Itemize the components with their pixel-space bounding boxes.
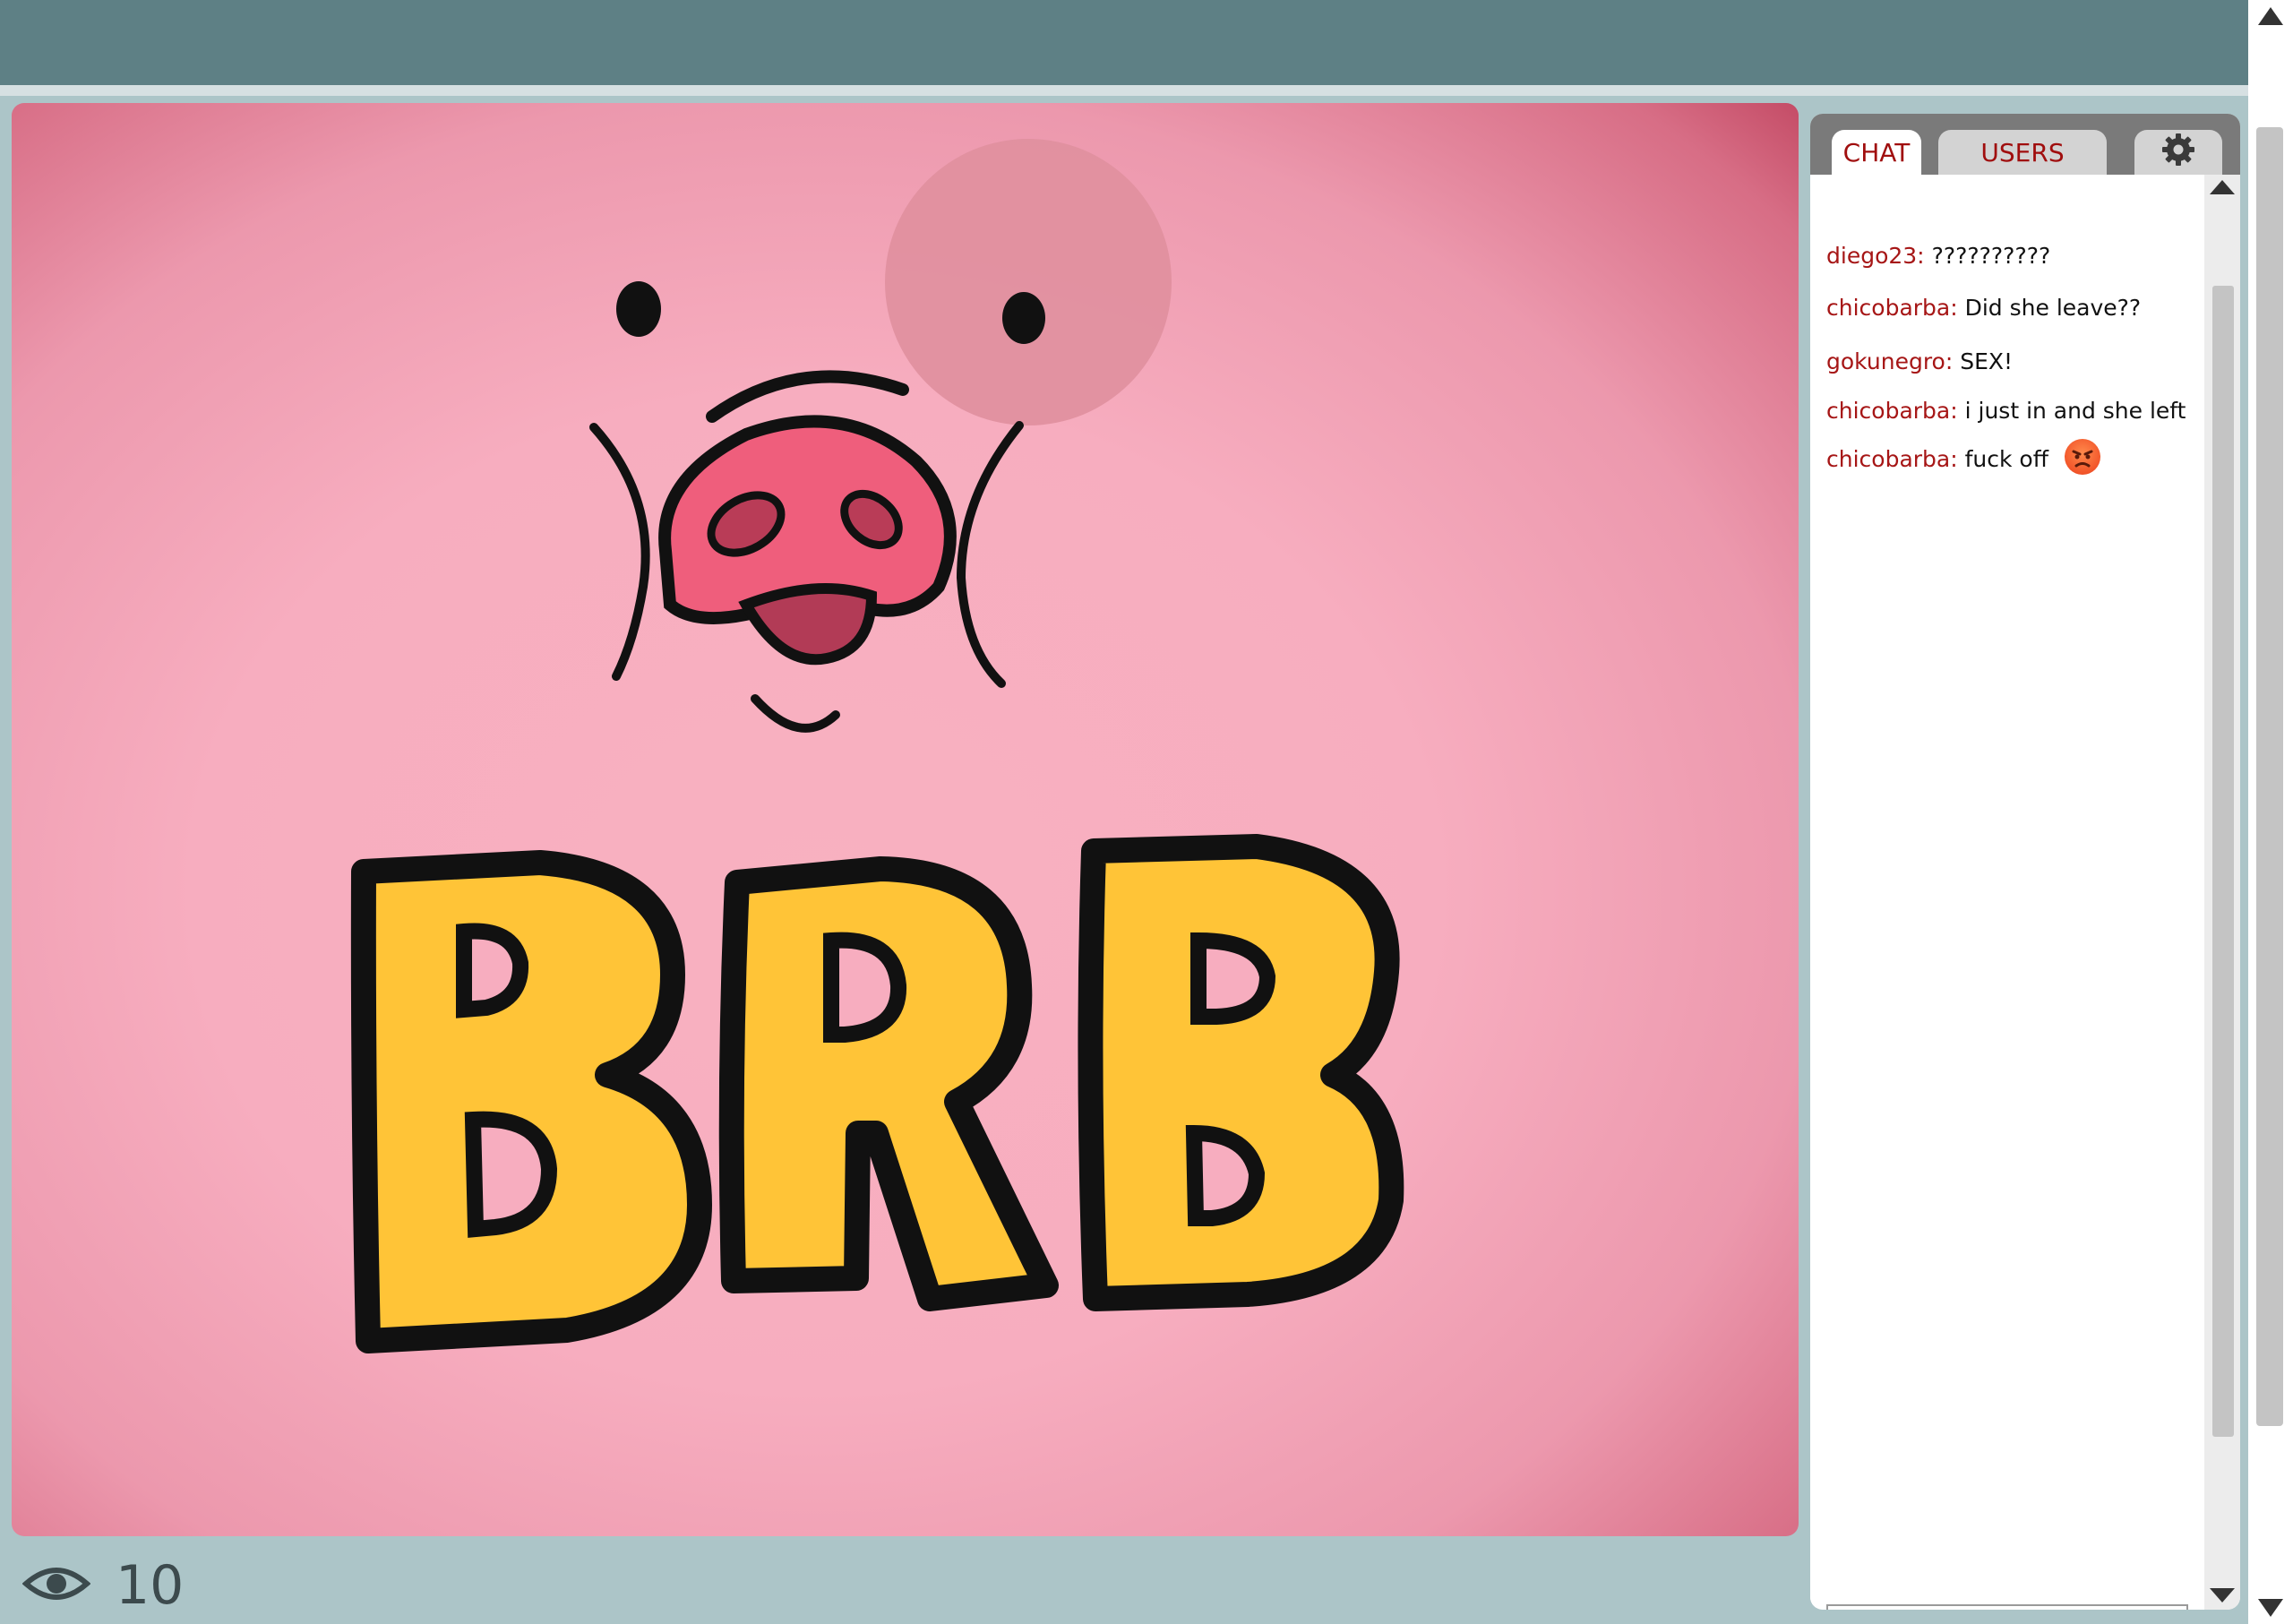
chat-username[interactable]: diego23:	[1826, 243, 1925, 269]
page-scrollbar[interactable]	[2248, 0, 2293, 1624]
message-composer	[1826, 1604, 2188, 1610]
chat-username[interactable]: chicobarba:	[1826, 295, 1958, 321]
chat-text: fuck off	[1964, 446, 2048, 472]
stream-video[interactable]	[12, 103, 1799, 1536]
tab-chat[interactable]: CHAT	[1832, 130, 1921, 175]
page-scrollbar-thumb[interactable]	[2256, 127, 2283, 1426]
chat-text: SEX!	[1960, 348, 2014, 374]
chat-tabs: CHAT USERS	[1810, 114, 2240, 175]
chat-scrollbar[interactable]	[2204, 175, 2240, 1610]
gear-icon	[2161, 133, 2195, 173]
eye-icon	[21, 1564, 91, 1607]
tab-settings[interactable]	[2134, 130, 2222, 175]
chat-panel: CHAT USERS diego23: ?????????? chicobarb…	[1810, 114, 2240, 1610]
viewer-count: 10	[21, 1554, 185, 1617]
pig-eye-right	[1002, 292, 1045, 344]
pig-blush	[885, 139, 1172, 425]
chat-username[interactable]: gokunegro:	[1826, 348, 1953, 374]
chat-message: diego23: ??????????	[1826, 243, 2050, 269]
brb-pig-illustration	[350, 139, 1404, 1353]
brb-overlay-graphic	[350, 834, 1404, 1353]
scroll-down-arrow-icon[interactable]	[2258, 1599, 2283, 1617]
angry-face-emoji-icon	[2064, 439, 2100, 475]
viewer-count-value: 10	[116, 1554, 185, 1617]
chat-text: i just in and she left	[1964, 398, 2186, 424]
scroll-down-arrow-icon[interactable]	[2210, 1588, 2235, 1603]
scroll-up-arrow-icon[interactable]	[2258, 7, 2283, 25]
chat-text: ??????????	[1931, 243, 2051, 269]
scroll-up-arrow-icon[interactable]	[2210, 180, 2235, 194]
top-bar-divider	[0, 85, 2248, 96]
pig-eye-left	[616, 281, 661, 337]
chat-message: chicobarba: i just in and she left	[1826, 398, 2186, 424]
chat-message: gokunegro: SEX!	[1826, 348, 2013, 374]
chat-message: chicobarba: Did she leave??	[1826, 295, 2141, 321]
chat-username[interactable]: chicobarba:	[1826, 398, 1958, 424]
chat-message-area: diego23: ?????????? chicobarba: Did she …	[1810, 175, 2204, 1610]
chat-username[interactable]: chicobarba:	[1826, 446, 1958, 472]
top-bar	[0, 0, 2248, 85]
chat-message: chicobarba: fuck off	[1826, 439, 2100, 478]
message-input[interactable]	[1828, 1606, 2126, 1610]
chat-text: Did she leave??	[1964, 295, 2142, 321]
chat-scrollbar-thumb[interactable]	[2212, 286, 2234, 1437]
tab-users[interactable]: USERS	[1938, 130, 2107, 175]
